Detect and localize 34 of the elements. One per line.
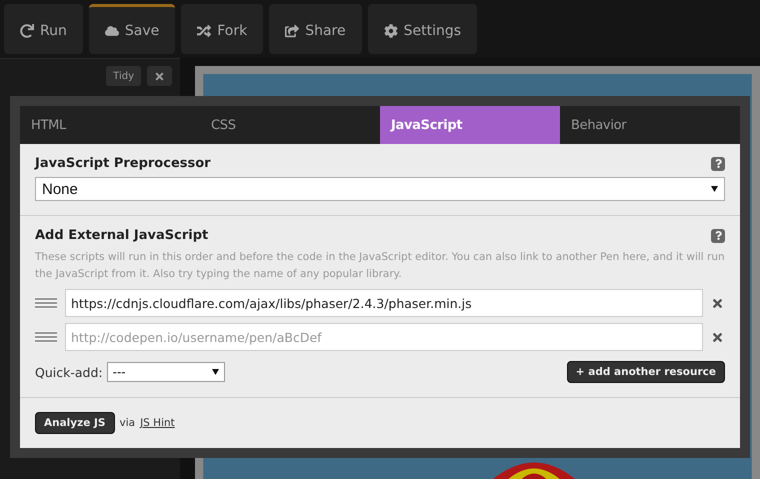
section-title: JavaScript Preprocessor	[35, 156, 211, 171]
section-title: Add External JavaScript	[35, 228, 208, 243]
remove-icon[interactable]	[711, 296, 725, 310]
help-icon[interactable]	[711, 156, 725, 170]
caret-icon	[711, 186, 718, 192]
cloud-icon	[104, 24, 119, 38]
quick-add-select[interactable]: ---	[106, 362, 225, 382]
preprocessor-select[interactable]: None	[35, 177, 725, 201]
resource-field[interactable]: http://codepen.io/username/pen/aBcDef	[65, 323, 703, 351]
refresh-icon	[20, 24, 34, 38]
toolbar-button[interactable]: Save	[88, 4, 176, 54]
toolbar-button[interactable]: Settings	[368, 4, 478, 54]
description-text: These scripts will run in this order and before the code in the JavaScript editor. You can also link to another Pen here, and it will run the JavaScript from it. Also try typing the name of any popular library.	[35, 250, 725, 282]
help-icon[interactable]	[711, 228, 725, 242]
share-icon	[285, 24, 300, 38]
remove-icon[interactable]	[711, 330, 725, 344]
tab[interactable]: JavaScript	[380, 106, 560, 144]
toolbar-button[interactable]: Run	[4, 4, 83, 54]
drag-handle-icon[interactable]	[35, 298, 57, 308]
close-button[interactable]	[147, 66, 172, 86]
close-icon	[154, 70, 165, 82]
analyze-button[interactable]: Analyze JS	[35, 412, 114, 434]
caret-icon	[212, 369, 219, 375]
quick-add-label: Quick-add:	[35, 364, 103, 380]
tidy-button[interactable]: Tidy	[106, 66, 141, 86]
toolbar-button[interactable]: Fork	[181, 4, 264, 54]
add-resource-button[interactable]: + add another resource	[566, 361, 725, 383]
via-text: via	[120, 417, 136, 429]
shuffle-icon	[197, 24, 212, 38]
resource-field[interactable]: https://cdnjs.cloudflare.com/ajax/libs/phaser/2.4.3/phaser.min.js	[65, 289, 703, 317]
settings-icon	[384, 24, 398, 38]
drag-handle-icon[interactable]	[35, 332, 57, 342]
jshint-link[interactable]: JS Hint	[140, 417, 175, 429]
toolbar-button[interactable]: Share	[269, 4, 362, 54]
